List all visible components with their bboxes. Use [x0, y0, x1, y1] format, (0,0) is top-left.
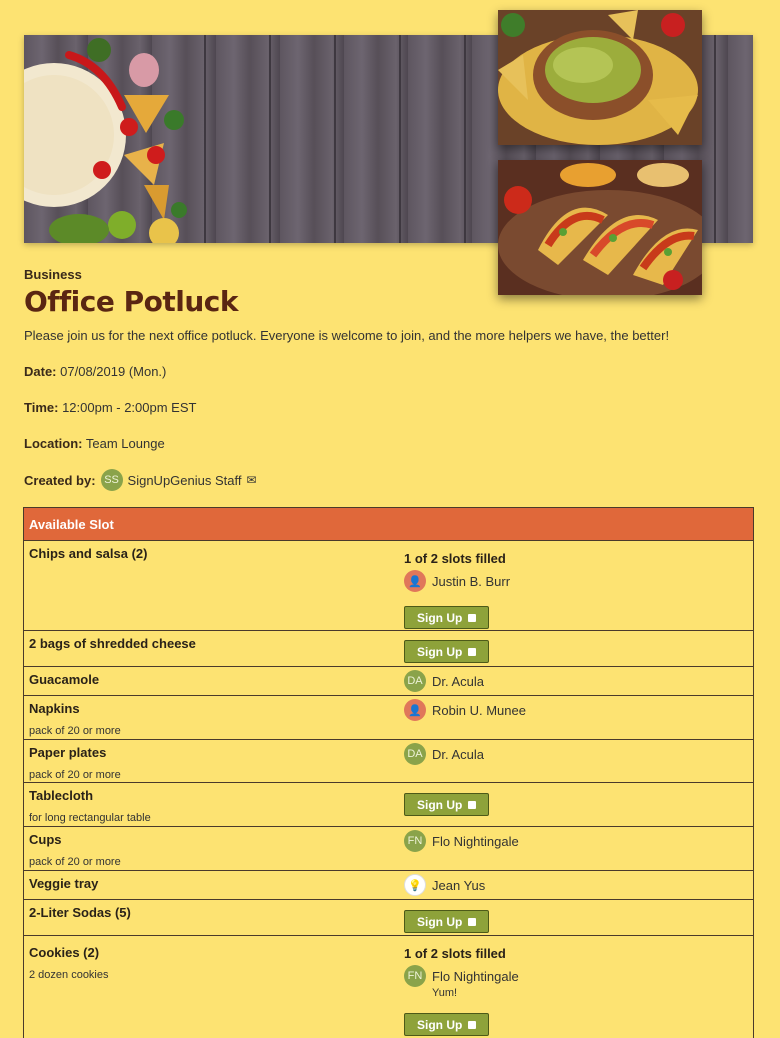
- sign-up-label: Sign Up: [417, 610, 463, 625]
- slots-table: Available Slot Chips and salsa (2) 1 of …: [23, 507, 754, 1038]
- user-initials-avatar: FN: [404, 830, 426, 852]
- tacos-photo: [498, 160, 702, 295]
- creator-avatar: SS: [100, 469, 123, 491]
- person-name: Dr. Acula: [432, 746, 485, 762]
- location-value: Team Lounge: [85, 436, 165, 451]
- sign-up-label: Sign Up: [417, 644, 463, 659]
- slot-name: Veggie tray: [29, 876, 99, 891]
- time-value: 12:00pm - 2:00pm EST: [62, 400, 197, 415]
- checkbox-icon: [468, 613, 477, 622]
- sign-up-label: Sign Up: [417, 1017, 463, 1032]
- slot-name: Cups: [29, 832, 62, 847]
- signup-comment: Yum!: [432, 987, 458, 999]
- table-row: 2-Liter Sodas (5) Sign Up: [24, 900, 753, 936]
- slot-note: pack of 20 or more: [29, 856, 121, 868]
- person-name: Flo Nightingale: [432, 833, 519, 849]
- sign-up-button[interactable]: Sign Up: [404, 1013, 490, 1036]
- slot-note: for long rectangular table: [29, 812, 151, 824]
- event-creator: Created by: SS SignUpGenius Staff ✉: [24, 469, 257, 491]
- table-row: Guacamole DA Dr. Acula: [24, 667, 753, 696]
- table-row: Cookies (2) 2 dozen cookies 1 of 2 slots…: [24, 936, 753, 1038]
- user-photo-avatar: 👤: [404, 699, 426, 721]
- page-title: Office Potluck: [24, 285, 239, 318]
- time-label: Time:: [24, 400, 59, 415]
- person-name: Flo Nightingale: [432, 968, 519, 984]
- event-time: Time: 12:00pm - 2:00pm EST: [24, 400, 196, 415]
- person-name: Justin B. Burr: [432, 573, 511, 589]
- person-name: Dr. Acula: [432, 673, 485, 689]
- slots-filled: 1 of 2 slots filled: [404, 551, 506, 566]
- created-label: Created by:: [24, 472, 96, 488]
- signup-person: FN Flo Nightingale: [404, 965, 519, 987]
- tortilla-vegetables-image: [24, 38, 187, 243]
- user-initials-avatar: FN: [404, 965, 426, 987]
- table-header: Available Slot: [24, 508, 753, 541]
- signup-person: 👤 Robin U. Munee: [404, 699, 526, 721]
- location-label: Location:: [24, 436, 83, 451]
- slot-name: Paper plates: [29, 745, 107, 760]
- table-row: Paper plates pack of 20 or more DA Dr. A…: [24, 740, 753, 783]
- event-location: Location: Team Lounge: [24, 436, 165, 451]
- signup-person: DA Dr. Acula: [404, 743, 484, 765]
- person-name: Jean Yus: [432, 877, 486, 893]
- sign-up-button[interactable]: Sign Up: [404, 606, 490, 629]
- slot-name: Napkins: [29, 701, 80, 716]
- signup-person: FN Flo Nightingale: [404, 830, 519, 852]
- slots-filled: 1 of 2 slots filled: [404, 946, 506, 961]
- creator-name[interactable]: SignUpGenius Staff: [128, 473, 242, 488]
- date-value: 07/08/2019 (Mon.): [60, 364, 167, 379]
- table-row: Cups pack of 20 or more FN Flo Nightinga…: [24, 827, 753, 871]
- envelope-icon[interactable]: ✉: [246, 473, 256, 487]
- user-initials-avatar: DA: [404, 743, 426, 765]
- slot-note: 2 dozen cookies: [29, 969, 109, 981]
- checkbox-icon: [468, 1020, 477, 1029]
- table-row: 2 bags of shredded cheese Sign Up: [24, 631, 753, 667]
- slot-name: 2 bags of shredded cheese: [29, 636, 196, 651]
- table-row: Napkins pack of 20 or more 👤 Robin U. Mu…: [24, 696, 753, 740]
- slot-name: Cookies (2): [29, 945, 100, 960]
- user-photo-avatar: 👤: [404, 570, 426, 592]
- event-date: Date: 07/08/2019 (Mon.): [24, 364, 166, 379]
- signup-person: 💡 Jean Yus: [404, 874, 485, 896]
- checkbox-icon: [468, 800, 477, 809]
- table-row: Chips and salsa (2) 1 of 2 slots filled …: [24, 541, 753, 631]
- slot-note: pack of 20 or more: [29, 769, 121, 781]
- sign-up-button[interactable]: Sign Up: [404, 910, 490, 933]
- sign-up-button[interactable]: Sign Up: [404, 793, 490, 816]
- person-name: Robin U. Munee: [432, 702, 526, 718]
- slot-name: Chips and salsa (2): [29, 546, 148, 561]
- slot-name: Guacamole: [29, 672, 100, 687]
- lightbulb-icon: 💡: [404, 874, 426, 896]
- signup-person: DA Dr. Acula: [404, 670, 484, 692]
- event-description: Please join us for the next office potlu…: [24, 328, 670, 343]
- checkbox-icon: [468, 647, 477, 656]
- date-label: Date:: [24, 364, 57, 379]
- sign-up-label: Sign Up: [417, 914, 463, 929]
- guacamole-photo: [498, 10, 702, 145]
- event-category: Business: [24, 267, 82, 282]
- sign-up-button[interactable]: Sign Up: [404, 640, 490, 663]
- checkbox-icon: [468, 917, 477, 926]
- table-row: Tablecloth for long rectangular table Si…: [24, 783, 753, 827]
- user-initials-avatar: DA: [404, 670, 426, 692]
- sign-up-label: Sign Up: [417, 797, 463, 812]
- slot-name: 2-Liter Sodas (5): [29, 905, 131, 920]
- slot-name: Tablecloth: [29, 788, 94, 803]
- table-row: Veggie tray 💡 Jean Yus: [24, 871, 753, 900]
- signup-person: 👤 Justin B. Burr: [404, 570, 510, 592]
- slot-note: pack of 20 or more: [29, 725, 121, 737]
